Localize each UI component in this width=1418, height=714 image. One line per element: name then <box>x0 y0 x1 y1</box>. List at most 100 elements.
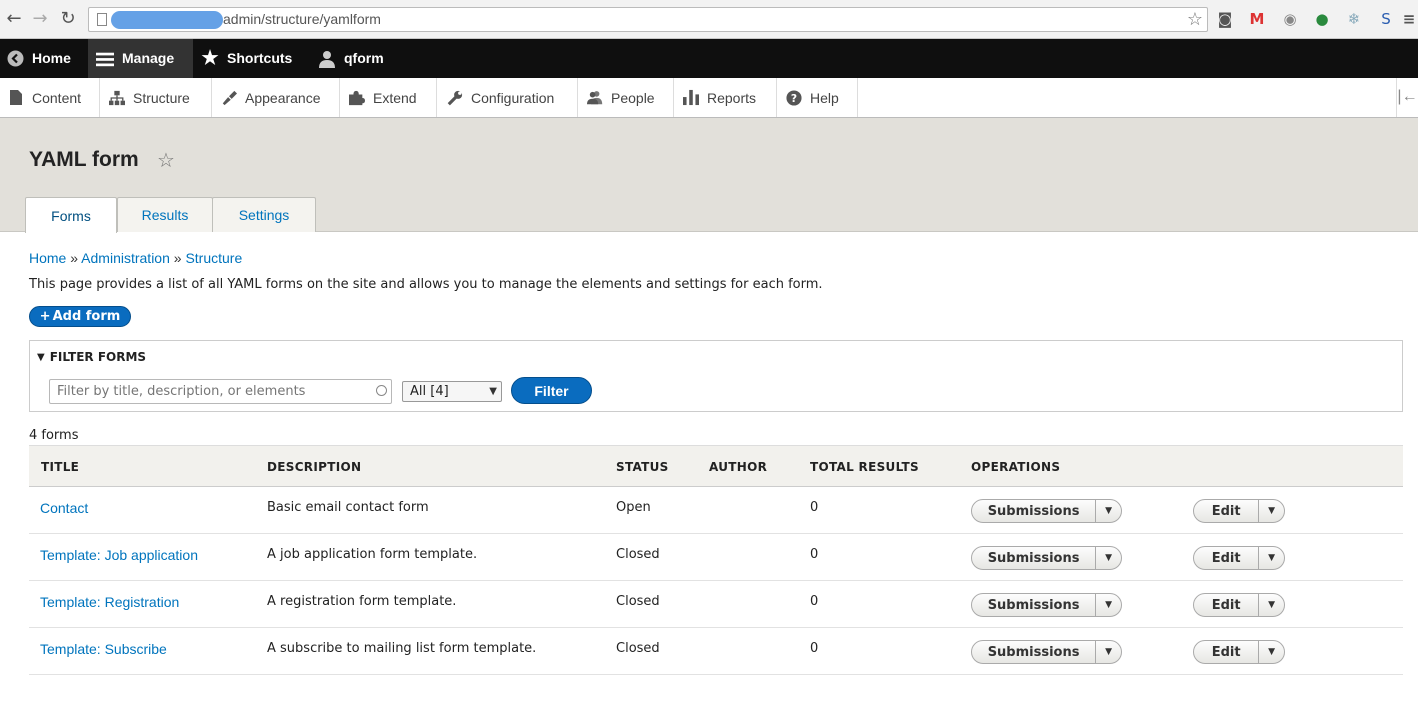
tab-results[interactable]: Results <box>117 197 213 232</box>
form-total-results: 0 <box>810 594 819 609</box>
back-circle-icon <box>6 50 24 68</box>
reload-icon[interactable]: ↻ <box>58 9 78 29</box>
extension-s-icon[interactable]: S <box>1377 10 1395 28</box>
tray-reports[interactable]: Reports <box>674 78 777 117</box>
filter-legend-label: FILTER FORMS <box>49 350 147 364</box>
submissions-button[interactable]: Submissions <box>972 547 1097 569</box>
submissions-button[interactable]: Submissions <box>972 641 1097 663</box>
dropdown-caret-icon[interactable]: ▼ <box>1096 594 1121 616</box>
tray-extend[interactable]: Extend <box>340 78 437 117</box>
edit-button[interactable]: Edit <box>1194 641 1260 663</box>
submissions-button[interactable]: Submissions <box>972 500 1097 522</box>
submissions-button[interactable]: Submissions <box>972 594 1097 616</box>
wrench-icon <box>447 90 463 106</box>
filter-fieldset: ▼ FILTER FORMS All [4] ▼ Filter <box>29 340 1403 412</box>
tray-help[interactable]: ? Help <box>777 78 858 117</box>
snowflake-icon[interactable]: ❄ <box>1345 10 1363 28</box>
column-header-status[interactable]: STATUS <box>616 460 669 474</box>
filter-search-input[interactable] <box>49 379 392 404</box>
edit-button[interactable]: Edit <box>1194 500 1260 522</box>
breadcrumb-structure[interactable]: Structure <box>185 250 242 266</box>
tray-appearance-label: Appearance <box>245 89 321 106</box>
admin-tray: Content Structure Appearance Extend Conf… <box>0 78 1418 118</box>
breadcrumb-separator: » <box>173 250 182 266</box>
status-select-value: All [4] <box>410 384 449 399</box>
tray-reports-label: Reports <box>707 89 757 106</box>
dropdown-caret-icon[interactable]: ▼ <box>1096 547 1121 569</box>
form-status: Closed <box>616 547 660 562</box>
breadcrumb-administration[interactable]: Administration <box>81 250 170 266</box>
column-header-title[interactable]: TITLE <box>41 460 79 474</box>
tray-appearance[interactable]: Appearance <box>212 78 340 117</box>
browser-bar: ← → ↻ admin/structure/yamlform ☆ ◙ M ◉ ●… <box>0 0 1418 39</box>
bookmark-star-icon[interactable]: ☆ <box>1187 9 1203 30</box>
help-text: This page provides a list of all YAML fo… <box>29 277 823 292</box>
add-form-label: Add form <box>52 309 121 324</box>
form-title-link[interactable]: Template: Subscribe <box>40 641 167 657</box>
toolbar-manage[interactable]: Manage <box>88 39 193 78</box>
tray-configuration-label: Configuration <box>471 89 555 106</box>
gmail-icon[interactable]: M <box>1248 10 1266 28</box>
dropdown-caret-icon[interactable]: ▼ <box>1259 500 1284 522</box>
globe-icon[interactable]: ● <box>1313 10 1331 28</box>
dropdown-caret-icon[interactable]: ▼ <box>1096 641 1121 663</box>
forms-count: 4 forms <box>29 428 79 443</box>
edit-dropbutton: Edit ▼ <box>1193 546 1285 570</box>
column-header-operations: OPERATIONS <box>971 460 1061 474</box>
column-header-author[interactable]: AUTHOR <box>709 460 767 474</box>
puzzle-icon <box>349 90 365 106</box>
breadcrumb-home[interactable]: Home <box>29 250 66 266</box>
pocket-icon[interactable]: ◙ <box>1216 10 1234 28</box>
add-shortcut-star-icon[interactable]: ☆ <box>157 148 175 172</box>
toolbar-user-label: qform <box>344 50 384 66</box>
form-total-results: 0 <box>810 641 819 656</box>
breadcrumb: Home » Administration » Structure <box>29 250 242 266</box>
tray-extend-label: Extend <box>373 89 417 106</box>
dropdown-caret-icon[interactable]: ▼ <box>1096 500 1121 522</box>
tray-content-label: Content <box>32 89 82 106</box>
url-text: admin/structure/yamlform <box>223 11 381 27</box>
edit-button[interactable]: Edit <box>1194 594 1260 616</box>
dropdown-caret-icon[interactable]: ▼ <box>1259 547 1284 569</box>
dropdown-caret-icon[interactable]: ▼ <box>1259 594 1284 616</box>
column-header-total-results[interactable]: TOTAL RESULTS <box>810 460 919 474</box>
status-select[interactable]: All [4] ▼ <box>402 381 502 402</box>
forward-arrow-icon[interactable]: → <box>30 9 50 29</box>
toolbar-home-label: Home <box>32 50 71 66</box>
form-title-link[interactable]: Template: Registration <box>40 594 179 610</box>
toolbar-home[interactable]: Home <box>6 39 71 78</box>
tray-configuration[interactable]: Configuration <box>437 78 578 117</box>
tray-structure-label: Structure <box>133 89 190 106</box>
column-header-description[interactable]: DESCRIPTION <box>267 460 361 474</box>
tray-help-label: Help <box>810 89 839 106</box>
filter-legend[interactable]: ▼ FILTER FORMS <box>37 350 146 364</box>
dropdown-caret-icon[interactable]: ▼ <box>1259 641 1284 663</box>
edit-dropbutton: Edit ▼ <box>1193 593 1285 617</box>
submissions-dropbutton: Submissions ▼ <box>971 546 1122 570</box>
edit-button[interactable]: Edit <box>1194 547 1260 569</box>
form-title-link[interactable]: Template: Job application <box>40 547 198 563</box>
form-title-link[interactable]: Contact <box>40 500 88 516</box>
page-title: YAML form <box>29 148 139 171</box>
tray-structure[interactable]: Structure <box>100 78 212 117</box>
toolbar-shortcuts[interactable]: ★ Shortcuts <box>201 39 292 78</box>
chrome-menu-icon[interactable]: ≡ <box>1400 10 1418 28</box>
chevron-down-icon: ▼ <box>489 386 497 397</box>
camera-icon[interactable]: ◉ <box>1281 10 1299 28</box>
address-bar[interactable]: admin/structure/yamlform ☆ <box>88 7 1208 32</box>
toolbar-user[interactable]: qform <box>318 39 384 78</box>
user-icon <box>318 50 336 68</box>
svg-text:?: ? <box>791 92 797 105</box>
tab-forms[interactable]: Forms <box>25 197 117 233</box>
document-icon <box>8 90 24 106</box>
filter-button[interactable]: Filter <box>511 377 592 404</box>
paintbrush-icon <box>221 90 237 106</box>
add-form-button[interactable]: + Add form <box>29 306 131 327</box>
tray-content[interactable]: Content <box>0 78 100 117</box>
back-arrow-icon[interactable]: ← <box>4 9 24 29</box>
submissions-dropbutton: Submissions ▼ <box>971 640 1122 664</box>
structure-icon <box>109 90 125 106</box>
tab-settings[interactable]: Settings <box>212 197 316 232</box>
collapse-tray-icon[interactable]: |← <box>1396 78 1418 117</box>
tray-people[interactable]: People <box>578 78 674 117</box>
